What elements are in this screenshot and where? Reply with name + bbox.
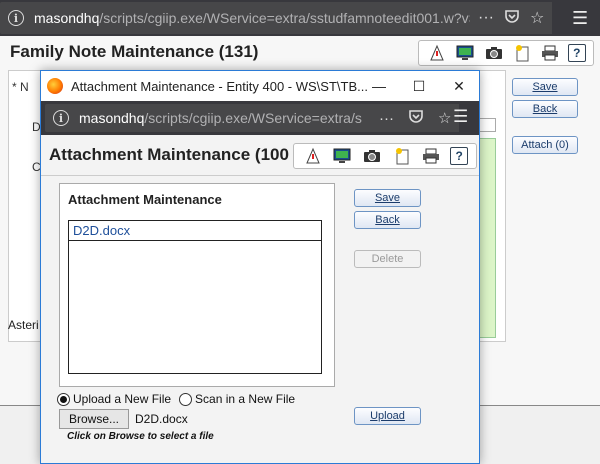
attachment-popup-window: Attachment Maintenance - Entity 400 - WS… [40,70,480,464]
attachment-list[interactable]: D2D.docx [68,220,322,374]
star-icon[interactable]: ☆ [438,109,451,127]
more-icon[interactable]: ··· [478,9,494,27]
help-icon[interactable]: ? [450,147,469,165]
report-icon[interactable] [302,146,324,166]
camera-icon[interactable] [361,146,383,166]
popup-address-actions: ··· ☆ [371,104,460,132]
upload-radio-label[interactable]: Upload a New File [73,392,171,406]
more-icon[interactable]: ··· [379,110,394,127]
help-icon[interactable]: ? [567,44,586,62]
print-icon[interactable] [420,146,442,166]
back-button[interactable]: Back [354,211,421,229]
close-icon[interactable]: ✕ [439,71,479,101]
attachment-panel: Attachment Maintenance D2D.docx [59,183,335,387]
window-controls: — ☐ ✕ [359,71,479,101]
menu-icon[interactable]: ☰ [453,107,468,127]
attachment-panel-label: Attachment Maintenance [68,192,222,207]
upload-button[interactable]: Upload [354,407,421,425]
background-address-field[interactable]: i masondhq/scripts/cgiip.exe/WService=ex… [0,2,500,34]
popup-url-bar: i masondhq/scripts/cgiip.exe/WService=ex… [41,101,479,135]
url-path: /scripts/cgiip.exe/WService=extra/s [144,110,362,126]
save-button[interactable]: Save [354,189,421,207]
attach-button[interactable]: Attach (0) [512,136,578,154]
note-icon[interactable] [511,43,533,63]
monitor-icon[interactable] [454,43,476,63]
minimize-icon[interactable]: — [359,71,399,101]
popup-page: Attachment Maintenance (100 ? Attachment… [41,135,479,463]
list-item[interactable]: D2D.docx [69,221,321,241]
upload-mode-radios: Upload a New File Scan in a New File [57,392,295,406]
note-icon[interactable] [391,146,413,166]
background-toolbar: ? [418,40,594,66]
popup-window-title: Attachment Maintenance - Entity 400 - WS… [71,78,368,94]
background-save-button[interactable]: Save [512,78,578,96]
report-icon[interactable] [426,43,448,63]
star-icon[interactable]: ☆ [530,8,544,28]
info-icon[interactable]: i [8,10,24,26]
required-note: * N [12,80,29,94]
info-icon[interactable]: i [53,110,69,126]
browse-hint: Click on Browse to select a file [67,431,214,442]
popup-heading: Attachment Maintenance (100 [49,145,289,164]
upload-radio[interactable] [57,392,70,406]
scan-radio-label[interactable]: Scan in a New File [195,392,295,406]
print-icon[interactable] [539,43,561,63]
pocket-icon[interactable] [504,8,520,29]
page-title: Family Note Maintenance (131) [10,42,259,61]
camera-icon[interactable] [483,43,505,63]
monitor-icon[interactable] [331,146,353,166]
popup-title-bar[interactable]: Attachment Maintenance - Entity 400 - WS… [41,71,479,101]
asterisk-note: Asteri [8,318,39,332]
menu-icon[interactable]: ☰ [572,8,588,29]
background-url-bar: i masondhq/scripts/cgiip.exe/WService=ex… [0,0,600,36]
browse-button[interactable]: Browse... [59,409,129,429]
maximize-icon[interactable]: ☐ [399,71,439,101]
address-actions: ··· ☆ [470,2,553,34]
delete-button[interactable]: Delete [354,250,421,268]
url-host: masondhq [34,10,100,26]
url-host: masondhq [79,110,145,126]
divider [41,175,479,176]
scan-radio[interactable] [179,392,193,406]
popup-toolbar: ? [293,143,477,169]
url-path: /scripts/cgiip.exe/WService=extra/sstudf… [99,10,478,26]
background-back-button[interactable]: Back [512,100,578,118]
firefox-logo [47,78,63,94]
selected-file-name: D2D.docx [135,412,188,426]
pocket-icon[interactable] [408,108,424,128]
